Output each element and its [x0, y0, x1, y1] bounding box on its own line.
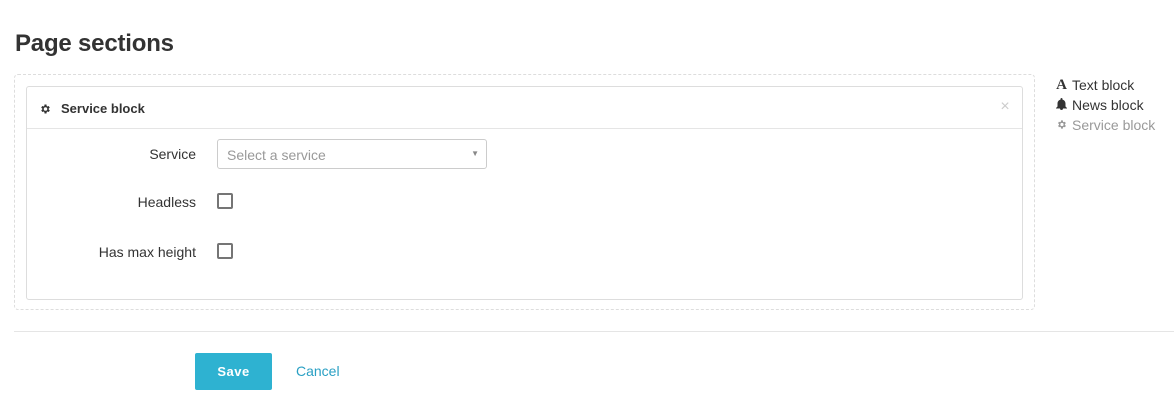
gear-icon [1055, 117, 1068, 133]
block-palette: A Text block News block Service block [1055, 75, 1170, 135]
palette-item-label: News block [1072, 97, 1144, 113]
headless-row: Headless [27, 187, 1022, 219]
max-height-row: Has max height [27, 237, 1022, 269]
bell-icon [1055, 97, 1068, 113]
letter-a-icon: A [1056, 77, 1067, 93]
block-header: Service block × [27, 87, 1022, 129]
chevron-down-icon: ▼ [471, 149, 479, 158]
form-divider [14, 331, 1174, 332]
max-height-checkbox[interactable] [217, 243, 233, 259]
gear-icon [39, 102, 51, 114]
service-select-placeholder: Select a service [227, 147, 326, 163]
palette-item-text-block[interactable]: A Text block [1055, 75, 1170, 95]
cancel-link[interactable]: Cancel [296, 363, 340, 379]
palette-item-label: Text block [1072, 77, 1135, 93]
palette-item-label: Service block [1072, 117, 1156, 133]
headless-checkbox[interactable] [217, 193, 233, 209]
save-button[interactable]: Save [195, 353, 272, 390]
page-title: Page sections [15, 30, 174, 57]
service-select[interactable]: Select a service ▼ [217, 139, 487, 169]
service-label: Service [149, 146, 196, 162]
max-height-label: Has max height [98, 244, 196, 260]
service-block-panel: Service block × Service Select a service… [26, 86, 1023, 300]
block-title: Service block [61, 100, 145, 116]
service-row: Service Select a service ▼ [27, 139, 1022, 171]
palette-item-service-block[interactable]: Service block [1055, 115, 1170, 135]
page: Page sections Service block × Service Se… [0, 0, 1174, 413]
close-icon[interactable]: × [998, 99, 1012, 115]
palette-item-news-block[interactable]: News block [1055, 95, 1170, 115]
headless-label: Headless [137, 194, 196, 210]
